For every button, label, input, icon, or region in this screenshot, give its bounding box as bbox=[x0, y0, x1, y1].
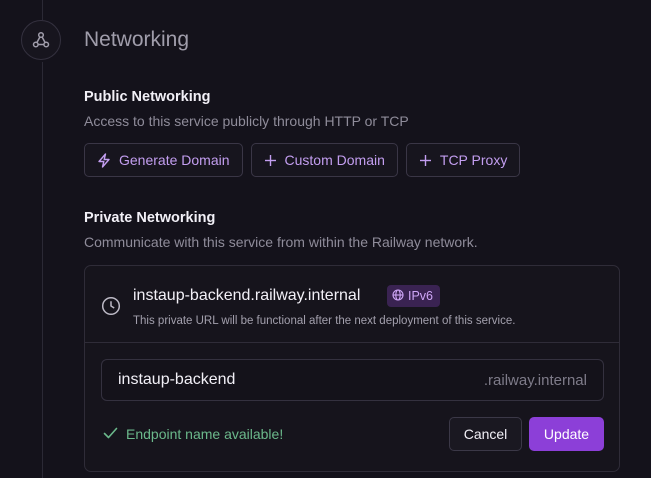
networking-page: Networking Public Networking Access to t… bbox=[0, 0, 651, 478]
generate-domain-button[interactable]: Generate Domain bbox=[84, 143, 243, 177]
endpoint-domain-suffix: .railway.internal bbox=[483, 371, 587, 389]
tcp-proxy-label: TCP Proxy bbox=[439, 152, 508, 168]
endpoint-status: Endpoint name available! bbox=[103, 426, 283, 442]
timeline-connector bbox=[42, 62, 43, 478]
deployment-note: This private URL will be functional afte… bbox=[133, 315, 516, 327]
card-divider bbox=[85, 342, 619, 343]
endpoint-name-input[interactable]: instaup-backend .railway.internal bbox=[101, 359, 604, 401]
public-networking-actions: Generate Domain Custom Domain TCP Proxy bbox=[84, 143, 521, 177]
private-networking-card: instaup-backend.railway.internal IPv6 Th… bbox=[84, 265, 620, 472]
globe-icon bbox=[392, 288, 404, 304]
private-networking-title: Private Networking bbox=[84, 210, 216, 226]
endpoint-status-label: Endpoint name available! bbox=[126, 426, 284, 442]
public-networking-title: Public Networking bbox=[84, 89, 211, 105]
network-icon bbox=[21, 20, 61, 60]
timeline-connector-top bbox=[42, 0, 43, 20]
public-networking-description: Access to this service publicly through … bbox=[84, 113, 409, 129]
ipv6-badge-label: IPv6 bbox=[408, 289, 434, 303]
ipv6-badge: IPv6 bbox=[387, 285, 441, 307]
check-icon bbox=[103, 426, 118, 442]
tcp-proxy-button[interactable]: TCP Proxy bbox=[405, 143, 521, 177]
cancel-button[interactable]: Cancel bbox=[449, 417, 522, 451]
custom-domain-label: Custom Domain bbox=[284, 152, 385, 168]
generate-domain-label: Generate Domain bbox=[119, 152, 230, 168]
section-title: Networking bbox=[84, 28, 190, 51]
endpoint-name-value[interactable]: instaup-backend bbox=[118, 371, 484, 389]
private-networking-description: Communicate with this service from withi… bbox=[84, 234, 478, 250]
plus-icon bbox=[419, 154, 432, 167]
private-domain: instaup-backend.railway.internal bbox=[133, 287, 361, 304]
clock-icon bbox=[101, 296, 121, 321]
lightning-icon bbox=[97, 152, 111, 168]
plus-icon bbox=[264, 154, 277, 167]
custom-domain-button[interactable]: Custom Domain bbox=[250, 143, 398, 177]
update-button[interactable]: Update bbox=[529, 417, 604, 451]
